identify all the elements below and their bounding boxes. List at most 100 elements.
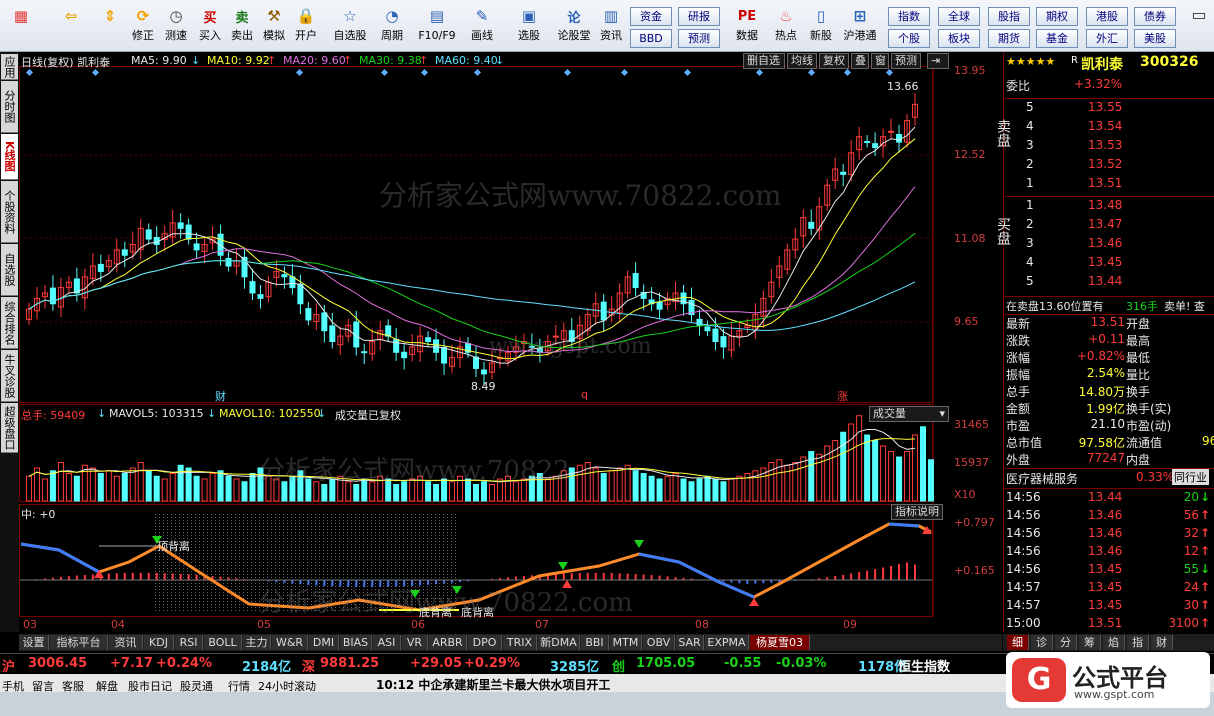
toolbar-lock-button[interactable]: 🔒 开户 — [292, 4, 320, 48]
marker-q[interactable]: q — [581, 388, 588, 401]
toolbar-clock-button[interactable]: ◷ 测速 — [160, 4, 192, 48]
toolbar-ipo-button[interactable]: ▯ 新股 — [806, 4, 836, 48]
quick-button[interactable]: BBD — [630, 29, 672, 48]
bid-row[interactable]: 3 13.46 — [1004, 236, 1214, 254]
indicator-tab[interactable]: DMI — [309, 635, 339, 650]
indicator-selector[interactable]: 成交量 ▾ — [869, 406, 949, 422]
quote-tab[interactable]: 焰 — [1103, 635, 1125, 650]
indicator-tab[interactable]: 新DMA — [538, 635, 580, 650]
toolbar-pencil-button[interactable]: ✎ 画线 — [464, 4, 500, 48]
indicator-tab[interactable]: SAR — [676, 635, 704, 650]
quick-button[interactable]: 指数 — [888, 7, 930, 26]
toolbar-windows-grid-button[interactable]: ▦ — [6, 4, 36, 48]
left-tab-7[interactable]: 超级盘口 — [1, 403, 18, 453]
left-tab-2[interactable]: K线图 — [1, 134, 18, 180]
kline-control-button[interactable]: 复权 — [819, 53, 849, 69]
indicator-tab[interactable]: TRIX — [503, 635, 537, 650]
ask-row[interactable]: 4 13.54 — [1004, 119, 1214, 137]
indicator-tab[interactable]: BIAS — [340, 635, 372, 650]
ask-row[interactable]: 2 13.52 — [1004, 157, 1214, 175]
marker-zhang[interactable]: 涨 — [837, 388, 848, 404]
left-tab-5[interactable]: 综合排名 — [1, 297, 18, 349]
bid-row[interactable]: 1 13.48 — [1004, 198, 1214, 216]
ask-row[interactable]: 3 13.53 — [1004, 138, 1214, 156]
indicator-tab[interactable]: BOLL — [204, 635, 242, 650]
quick-button[interactable]: 资金 — [630, 7, 672, 26]
toolbar-论-button[interactable]: 论论股堂 — [554, 4, 594, 48]
indicator-tab[interactable]: 设置 — [19, 635, 49, 650]
quick-button[interactable]: 债券 — [1134, 7, 1176, 26]
bid-row[interactable]: 5 13.44 — [1004, 274, 1214, 292]
bid-row[interactable]: 2 13.47 — [1004, 217, 1214, 235]
indicator-tab[interactable]: 指标平台 — [50, 635, 108, 650]
toolbar-SSE HK-button[interactable]: ⊞ 沪港通 — [840, 4, 880, 48]
left-tab-1[interactable]: 分时图 — [1, 81, 18, 133]
indicator-tab[interactable]: ARBR — [429, 635, 467, 650]
ask-row[interactable]: 5 13.55 — [1004, 100, 1214, 118]
toolbar-卖-button[interactable]: 卖卖出 — [228, 4, 256, 48]
indicator-tab[interactable]: 资讯 — [109, 635, 143, 650]
quick-button[interactable]: 股指 — [988, 7, 1030, 26]
quote-tab[interactable]: 指 — [1127, 635, 1149, 650]
sector-row[interactable]: 医疗器械服务 0.33% 同行业 — [1004, 468, 1214, 486]
indicator-explain-button[interactable]: 指标说明 — [891, 504, 943, 520]
kline-control-button[interactable]: 叠 — [851, 53, 869, 69]
toolbar-doc-button[interactable]: ▤ F10/F9 — [414, 4, 460, 48]
indicator-tab[interactable]: W&R — [272, 635, 308, 650]
kline-control-button[interactable]: 窗 — [871, 53, 889, 69]
toolbar-back-arrow-button[interactable]: ⇦ — [56, 4, 86, 48]
toolbar-news-button[interactable]: ▥ 资讯 — [596, 4, 626, 48]
same-industry-button[interactable]: 同行业 — [1172, 469, 1209, 485]
quick-button[interactable]: 预测 — [678, 29, 720, 48]
toolbar-PE-button[interactable]: PE 数据 — [732, 4, 762, 48]
quote-tab[interactable]: 分 — [1055, 635, 1077, 650]
quick-button[interactable]: 个股 — [888, 29, 930, 48]
toolbar-star-box-button[interactable]: ☆ 自选股 — [330, 4, 370, 48]
quote-tab[interactable]: 诊 — [1031, 635, 1053, 650]
kline-control-button[interactable]: 均线 — [787, 53, 817, 69]
left-tab-3[interactable]: 个股资料 — [1, 181, 18, 243]
quote-tab[interactable]: 细 — [1007, 635, 1029, 650]
indicator-tab[interactable]: EXPMA — [705, 635, 749, 650]
indicator-tab[interactable]: ASI — [373, 635, 401, 650]
toolbar-买-button[interactable]: 买买入 — [197, 4, 223, 48]
quick-button[interactable]: 美股 — [1134, 29, 1176, 48]
quote-tab[interactable]: 财 — [1151, 635, 1173, 650]
news-headline[interactable]: 10:12 中企承建斯里兰卡最大供水项目开工 — [376, 676, 610, 693]
indicator-tab[interactable]: 杨夏雪03 — [750, 635, 810, 650]
quick-button[interactable]: 港股 — [1086, 7, 1128, 26]
toolbar-refresh-circle-button[interactable]: ⟳ 修正 — [128, 4, 158, 48]
stock-name[interactable]: 凯利泰 — [1081, 54, 1123, 74]
indicator-tab[interactable]: RSI — [175, 635, 203, 650]
indicator-tab[interactable]: OBV — [643, 635, 675, 650]
toolbar-select-button[interactable]: ▣ 选股 — [508, 4, 550, 48]
quick-button[interactable]: 基金 — [1036, 29, 1078, 48]
toolbar-cycle-button[interactable]: ◔ 周期 — [374, 4, 410, 48]
quick-button[interactable]: 期权 — [1036, 7, 1078, 26]
minimize-icon[interactable]: ▭ — [1191, 5, 1206, 24]
left-tab-0[interactable]: 应用 — [1, 54, 18, 80]
quick-button[interactable]: 板块 — [938, 29, 980, 48]
indicator-tab[interactable]: KDJ — [144, 635, 174, 650]
kline-control-button[interactable]: 预测 — [891, 53, 921, 69]
indicator-tab[interactable]: 主力 — [243, 635, 271, 650]
toolbar-up-down-arrows-button[interactable]: ⇕ — [98, 4, 122, 48]
quick-button[interactable]: 全球 — [938, 7, 980, 26]
indicator-tab[interactable]: BBI — [581, 635, 609, 650]
toolbar-hammer-button[interactable]: ⚒ 模拟 — [260, 4, 288, 48]
left-tab-6[interactable]: 牛叉诊股 — [1, 350, 18, 402]
bid-row[interactable]: 4 13.45 — [1004, 255, 1214, 273]
indicator-tab[interactable]: VR — [402, 635, 428, 650]
quick-button[interactable]: 研报 — [678, 7, 720, 26]
indicator-tab[interactable]: DPO — [468, 635, 502, 650]
toolbar-fire-button[interactable]: ♨ 热点 — [768, 4, 804, 48]
collapse-arrow-icon[interactable]: ⇥ — [927, 53, 949, 69]
sector-name[interactable]: 医疗器械服务 — [1006, 470, 1078, 487]
stock-code[interactable]: 300326 — [1140, 54, 1198, 70]
kline-control-button[interactable]: 删自选 — [743, 53, 785, 69]
ask-row[interactable]: 1 13.51 — [1004, 176, 1214, 194]
quick-button[interactable]: 外汇 — [1086, 29, 1128, 48]
quote-tab[interactable]: 筹 — [1079, 635, 1101, 650]
left-tab-4[interactable]: 自选股 — [1, 244, 18, 296]
marker-cai[interactable]: 财 — [215, 388, 226, 404]
